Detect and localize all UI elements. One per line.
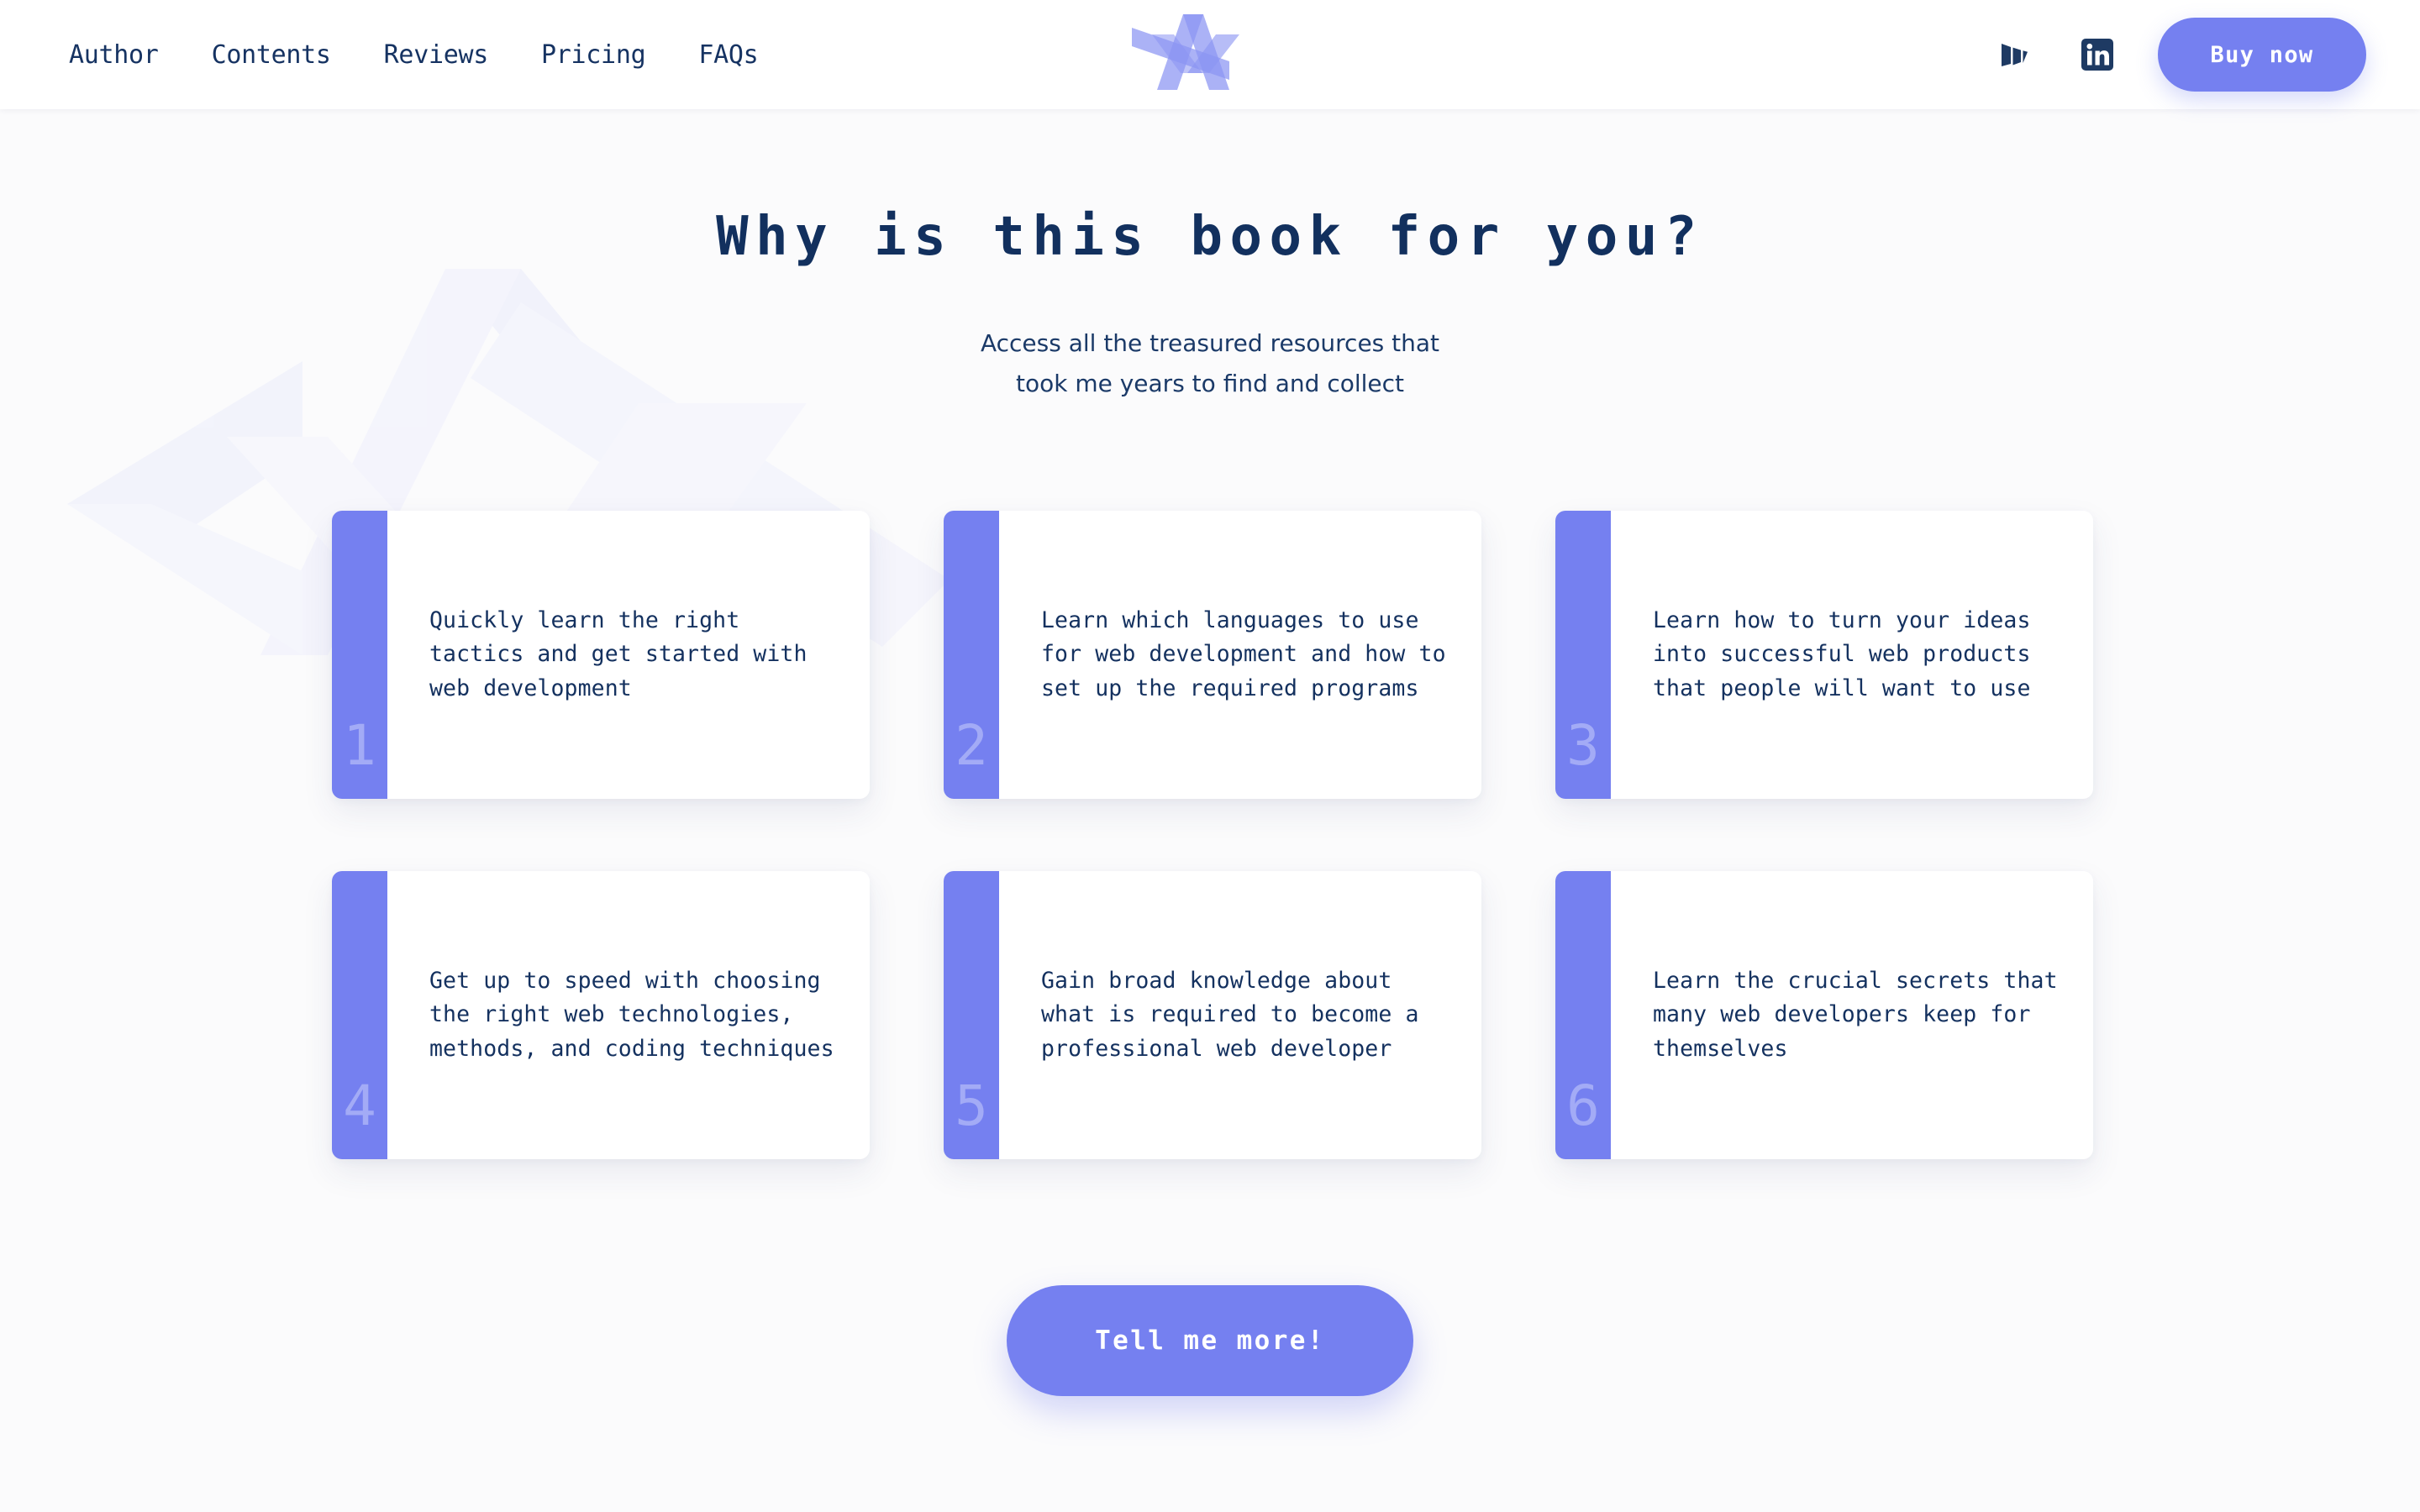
benefit-card-5[interactable]: 5 Gain broad knowledge about what is req… <box>944 871 1481 1159</box>
cta-section: Tell me more! <box>0 1285 2420 1396</box>
card-body: Get up to speed with choosing the right … <box>387 871 870 1159</box>
nav-item-author[interactable]: Author <box>69 32 159 78</box>
card-accent-bar: 1 <box>332 511 387 799</box>
card-number: 2 <box>955 713 988 778</box>
linkedin-icon[interactable] <box>2075 33 2119 76</box>
header-actions: Buy now <box>1993 0 2366 109</box>
nav-item-reviews[interactable]: Reviews <box>384 32 489 78</box>
main-content: Why is this book for you? Access all the… <box>0 109 2420 1512</box>
card-text: Learn which languages to use for web dev… <box>1041 606 1446 701</box>
card-body: Learn how to turn your ideas into succes… <box>1611 511 2093 799</box>
card-number: 3 <box>1566 713 1600 778</box>
card-body: Learn which languages to use for web dev… <box>999 511 1481 799</box>
card-number: 4 <box>343 1074 376 1138</box>
card-accent-bar: 2 <box>944 511 999 799</box>
card-accent-bar: 3 <box>1555 511 1611 799</box>
main-navigation: Author Contents Reviews Pricing FAQs <box>69 32 759 78</box>
card-text: Learn how to turn your ideas into succes… <box>1653 606 2031 701</box>
card-body: Gain broad knowledge about what is requi… <box>999 871 1481 1159</box>
benefit-card-6[interactable]: 6 Learn the crucial secrets that many we… <box>1555 871 2093 1159</box>
nav-item-pricing[interactable]: Pricing <box>541 32 646 78</box>
page-title: Why is this book for you? <box>716 206 1704 268</box>
card-accent-bar: 4 <box>332 871 387 1159</box>
page-subtitle: Access all the treasured resources that … <box>980 329 1440 397</box>
benefit-card-4[interactable]: 4 Get up to speed with choosing the righ… <box>332 871 870 1159</box>
benefit-card-3[interactable]: 3 Learn how to turn your ideas into succ… <box>1555 511 2093 799</box>
benefits-card-grid: 1 Quickly learn the right tactics and ge… <box>332 511 2093 1159</box>
card-body: Learn the crucial secrets that many web … <box>1611 871 2093 1159</box>
tell-me-more-button[interactable]: Tell me more! <box>1007 1285 1413 1396</box>
card-number: 1 <box>343 713 376 778</box>
benefit-card-1[interactable]: 1 Quickly learn the right tactics and ge… <box>332 511 870 799</box>
medium-icon[interactable] <box>1993 33 2037 76</box>
site-logo[interactable] <box>1118 5 1269 104</box>
card-text: Get up to speed with choosing the right … <box>429 967 834 1062</box>
card-text: Learn the crucial secrets that many web … <box>1653 967 2058 1062</box>
card-number: 5 <box>955 1074 988 1138</box>
card-text: Quickly learn the right tactics and get … <box>429 606 808 701</box>
benefit-card-2[interactable]: 2 Learn which languages to use for web d… <box>944 511 1481 799</box>
buy-now-button[interactable]: Buy now <box>2158 18 2366 92</box>
card-accent-bar: 6 <box>1555 871 1611 1159</box>
site-header: Author Contents Reviews Pricing FAQs Buy… <box>0 0 2420 109</box>
card-text: Gain broad knowledge about what is requi… <box>1041 967 1419 1062</box>
card-body: Quickly learn the right tactics and get … <box>387 511 870 799</box>
card-accent-bar: 5 <box>944 871 999 1159</box>
nav-item-faqs[interactable]: FAQs <box>698 32 758 78</box>
abstract-chevron-logo-icon <box>1132 14 1239 90</box>
card-number: 6 <box>1566 1074 1600 1138</box>
nav-item-contents[interactable]: Contents <box>212 32 331 78</box>
